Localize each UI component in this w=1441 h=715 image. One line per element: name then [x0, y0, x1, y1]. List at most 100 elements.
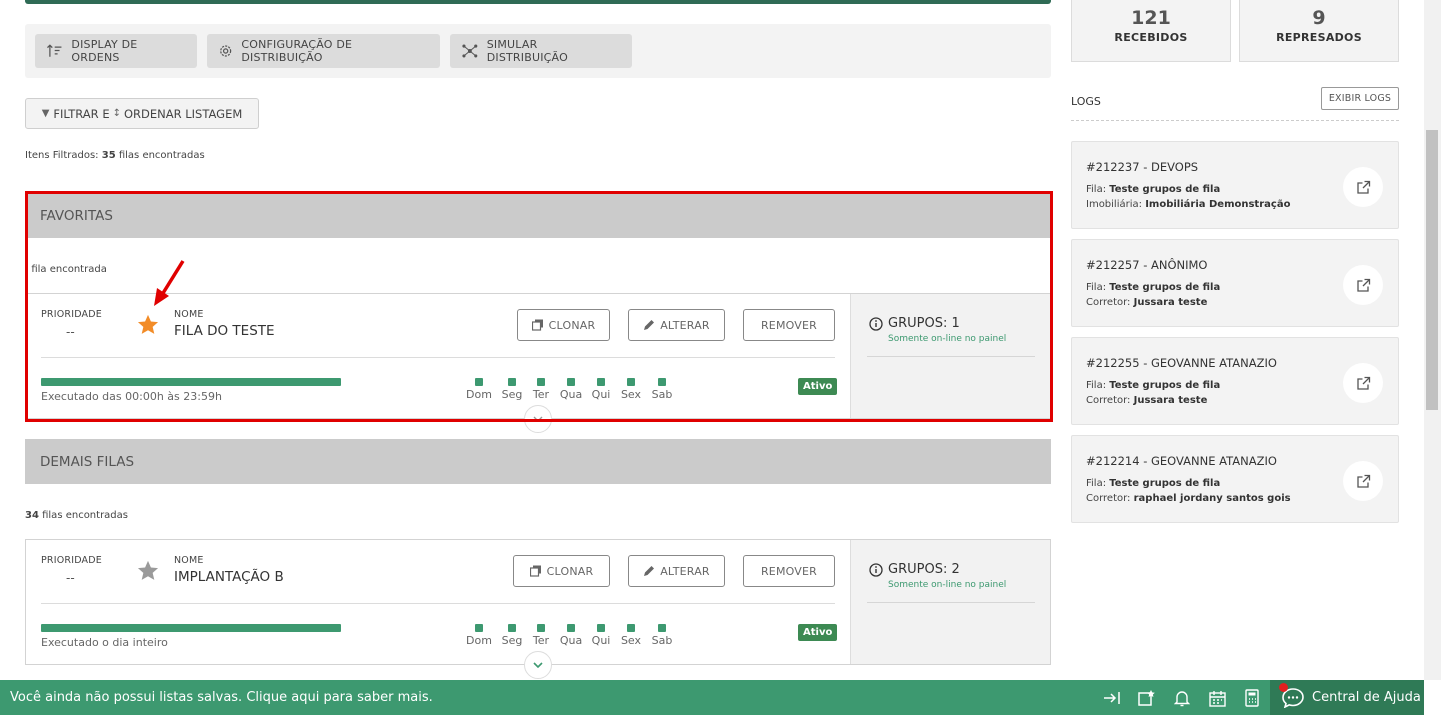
network-icon — [462, 44, 478, 58]
remove-button[interactable]: REMOVER — [743, 309, 835, 341]
external-link-icon — [1356, 474, 1370, 488]
alter-label: ALTERAR — [660, 318, 710, 332]
priority-label: PRIORIDADE — [41, 555, 102, 566]
bottom-bar: Você ainda não possui listas salvas. Cli… — [0, 680, 1424, 715]
filter-sort-button[interactable]: ▼ FILTRAR E ↕ ORDENAR LISTAGEM — [25, 98, 259, 129]
filtered-suffix: filas encontradas — [118, 150, 205, 161]
day-dom: Dom — [464, 378, 494, 401]
online-only-text: Somente on-line no painel — [888, 580, 1007, 590]
chevron-down-icon — [533, 662, 543, 668]
favorite-star-icon[interactable] — [137, 314, 159, 335]
copy-icon — [531, 319, 543, 331]
log-title: #212255 - GEOVANNE ATANAZIO — [1086, 356, 1277, 370]
exit-icon[interactable] — [1102, 688, 1122, 708]
filter-label-prefix: FILTRAR E — [53, 106, 110, 121]
simular-distribuicao-button[interactable]: SIMULAR DISTRIBUIÇÃO — [450, 34, 632, 68]
action-toolbar: DISPLAY DE ORDENS CONFIGURAÇÃO DE DISTRI… — [25, 24, 1051, 78]
queue-card-implantacao-b: PRIORIDADE -- NOME IMPLANTAÇÃO B CLONAR … — [25, 539, 1051, 665]
open-log-button[interactable] — [1343, 265, 1383, 305]
alter-button[interactable]: ALTERAR — [628, 309, 725, 341]
demais-filas-header: DEMAIS FILAS — [25, 439, 1051, 484]
day-seg: Seg — [497, 378, 527, 401]
log-item: #212257 - ANÔNIMO Fila: Teste grupos de … — [1071, 239, 1399, 327]
queue-card-fila-do-teste: PRIORIDADE -- NOME FILA DO TESTE CLONAR … — [25, 293, 1051, 419]
simular-label: SIMULAR DISTRIBUIÇÃO — [486, 38, 568, 64]
execution-text: Executado das 00:00h às 23:59h — [41, 390, 222, 403]
external-link-icon — [1356, 376, 1370, 390]
execution-text: Executado o dia inteiro — [41, 636, 168, 649]
clone-button[interactable]: CLONAR — [517, 309, 610, 341]
info-icon — [869, 562, 883, 577]
favoritas-title: FAVORITAS — [40, 207, 113, 224]
remove-label: REMOVER — [760, 318, 818, 332]
external-link-icon — [1356, 180, 1370, 194]
demais-count-number: 34 — [25, 510, 39, 521]
status-badge: Ativo — [798, 624, 838, 641]
clone-label: CLONAR — [546, 564, 594, 578]
groups-divider — [867, 356, 1035, 357]
info-icon — [869, 316, 883, 331]
groups-label: GRUPOS: 2 — [888, 562, 960, 577]
expand-card-button[interactable] — [524, 405, 552, 433]
day-seg: Seg — [497, 624, 527, 647]
log-line-2: Imobiliária: Imobiliária Demonstração — [1086, 199, 1291, 210]
configuracao-distribuicao-button[interactable]: CONFIGURAÇÃO DE DISTRIBUIÇÃO — [207, 34, 440, 68]
day-qui: Qui — [586, 624, 616, 647]
filtered-count: 35 — [101, 150, 116, 161]
log-title: #212214 - GEOVANNE ATANAZIO — [1086, 454, 1277, 468]
log-title: #212237 - DEVOPS — [1086, 160, 1199, 174]
status-badge: Ativo — [798, 378, 838, 395]
groups-label: GRUPOS: 1 — [888, 316, 960, 331]
favorite-star-icon[interactable] — [137, 560, 159, 581]
annotation-arrow-icon — [154, 260, 185, 306]
groups-count: GRUPOS: 1 — [869, 316, 960, 331]
demais-count-suffix: filas encontradas — [42, 510, 128, 521]
top-strip — [25, 0, 1051, 4]
display-ordens-button[interactable]: DISPLAY DE ORDENS — [35, 34, 197, 68]
log-line-1: Fila: Teste grupos de fila — [1086, 478, 1221, 489]
open-log-button[interactable] — [1343, 363, 1383, 403]
day-sab: Sab — [647, 624, 677, 647]
pencil-icon — [644, 566, 655, 576]
day-sab: Sab — [647, 378, 677, 401]
alter-label: ALTERAR — [660, 564, 710, 578]
favoritas-count: . fila encontrada — [25, 264, 107, 275]
log-line-2: Corretor: raphael jordany santos gois — [1086, 493, 1291, 504]
filtered-items-text: Itens Filtrados: 35 filas encontradas — [25, 150, 205, 161]
calculator-icon[interactable] — [1242, 688, 1262, 708]
groups-divider — [867, 602, 1035, 603]
calendar-icon[interactable] — [1207, 688, 1227, 708]
bell-icon[interactable] — [1172, 688, 1192, 708]
log-title: #212257 - ANÔNIMO — [1086, 258, 1208, 272]
log-item: #212237 - DEVOPS Fila: Teste grupos de f… — [1071, 141, 1399, 229]
priority-value: -- — [66, 571, 75, 585]
held-label: REPRESADOS — [1276, 31, 1362, 44]
copy-icon — [529, 565, 541, 577]
expand-card-button[interactable] — [524, 651, 552, 679]
alter-button[interactable]: ALTERAR — [628, 555, 725, 587]
show-logs-button[interactable]: EXIBIR LOGS — [1321, 87, 1399, 110]
sort-arrows-icon: ↕ — [112, 108, 121, 119]
demais-count: 34 filas encontradas — [25, 510, 128, 521]
help-center-button[interactable]: Central de Ajuda — [1270, 680, 1424, 715]
filter-icon: ▼ — [41, 108, 50, 119]
scrollbar-thumb[interactable] — [1426, 130, 1438, 410]
open-log-button[interactable] — [1343, 461, 1383, 501]
display-ordens-label: DISPLAY DE ORDENS — [71, 38, 138, 64]
log-line-1: Fila: Teste grupos de fila — [1086, 380, 1221, 391]
priority-value: -- — [66, 325, 75, 339]
groups-panel: GRUPOS: 1 Somente on-line no painel — [850, 294, 1050, 418]
open-log-button[interactable] — [1343, 167, 1383, 207]
day-qui: Qui — [586, 378, 616, 401]
received-value: 121 — [1131, 7, 1171, 29]
name-label: NOME — [174, 555, 204, 566]
received-label: RECEBIDOS — [1114, 31, 1188, 44]
clone-button[interactable]: CLONAR — [513, 555, 610, 587]
remove-button[interactable]: REMOVER — [743, 555, 835, 587]
log-line-2: Corretor: Jussara teste — [1086, 395, 1208, 406]
sort-icon — [47, 44, 62, 57]
queue-name: IMPLANTAÇÃO B — [174, 569, 284, 585]
starred-list-icon[interactable] — [1137, 688, 1157, 708]
saved-lists-message[interactable]: Você ainda não possui listas salvas. Cli… — [10, 690, 433, 705]
day-ter: Ter — [526, 378, 556, 401]
